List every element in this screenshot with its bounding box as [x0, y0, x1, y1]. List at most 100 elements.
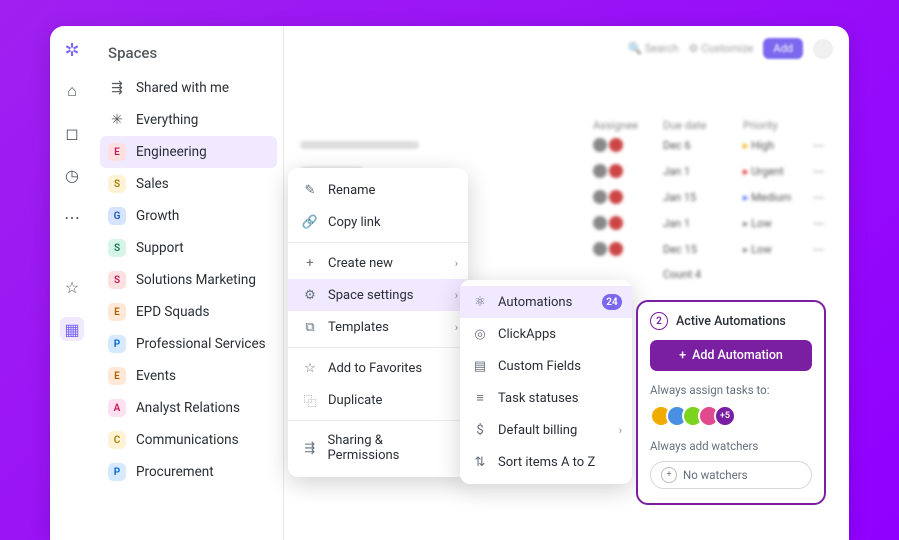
sidebar-item-label: Professional Services: [136, 336, 266, 352]
sidebar-space-item[interactable]: S Solutions Marketing: [94, 264, 283, 296]
chevron-right-icon: ›: [455, 257, 458, 270]
watchers-label: Always add watchers: [650, 439, 812, 453]
count-badge: 24: [602, 294, 622, 310]
chevron-right-icon: ›: [455, 289, 458, 302]
add-button[interactable]: Add: [763, 38, 803, 59]
topbar: 🔍 Search ⚙ Customize Add: [300, 38, 833, 59]
sidebar-space-item[interactable]: S Support: [94, 232, 283, 264]
table-row[interactable]: Dec 6▸ High⋯: [300, 132, 833, 158]
more-icon[interactable]: ⋯: [60, 205, 84, 229]
submenu-item-sort-items-a-to-z[interactable]: ⇅Sort items A to Z: [460, 446, 632, 478]
sidebar-item-label: Everything: [136, 112, 198, 128]
menu-item-create-new[interactable]: +Create new›: [288, 247, 468, 279]
sharing-icon: ⇶: [302, 440, 318, 456]
templates-icon: ⧉: [302, 319, 318, 335]
space-badge: E: [108, 303, 126, 321]
col-due: Due date: [663, 119, 743, 132]
sidebar-item-label: Growth: [136, 208, 179, 224]
sidebar-item-label: Engineering: [136, 144, 207, 160]
menu-item-rename[interactable]: ✎Rename: [288, 174, 468, 206]
assignee-avatars[interactable]: +5: [650, 405, 812, 427]
space-badge: S: [108, 175, 126, 193]
space-badge: E: [108, 143, 126, 161]
sidebar-space-item[interactable]: P Professional Services: [94, 328, 283, 360]
automations-icon: ⚛: [472, 294, 488, 310]
inbox-icon[interactable]: ◻: [60, 121, 84, 145]
space-badge: S: [108, 239, 126, 257]
sidebar-item-label: Support: [136, 240, 184, 256]
star-icon: ☆: [302, 360, 318, 376]
menu-item-space-settings[interactable]: ⚙Space settings›: [288, 279, 468, 311]
space-badge: G: [108, 207, 126, 225]
home-icon[interactable]: ⌂: [60, 79, 84, 103]
sidebar-space-item[interactable]: E Engineering: [100, 136, 277, 168]
space-badge: E: [108, 367, 126, 385]
star-icon[interactable]: ☆: [60, 275, 84, 299]
menu-item-sharing-permissions[interactable]: ⇶Sharing & Permissions: [288, 425, 468, 471]
watchers-selector[interactable]: + No watchers: [650, 461, 812, 489]
submenu-item-clickapps[interactable]: ◎ClickApps: [460, 318, 632, 350]
sort-icon: ⇅: [472, 454, 488, 470]
space-badge: S: [108, 271, 126, 289]
submenu-item-default-billing[interactable]: $Default billing›: [460, 414, 632, 446]
menu-item-copy-link[interactable]: 🔗Copy link: [288, 206, 468, 238]
submenu-item-automations[interactable]: ⚛Automations24: [460, 286, 632, 318]
sidebar-space-item[interactable]: P Procurement: [94, 456, 283, 488]
sidebar-item-label: Communications: [136, 432, 239, 448]
plus-icon: +: [679, 348, 686, 363]
space-badge: C: [108, 431, 126, 449]
spaces-icon[interactable]: ▦: [60, 317, 84, 341]
assign-label: Always assign tasks to:: [650, 383, 812, 397]
clickapps-icon: ◎: [472, 326, 488, 342]
sidebar-title: Spaces: [94, 38, 283, 72]
sidebar-item-label: EPD Squads: [136, 304, 209, 320]
menu-item-templates[interactable]: ⧉Templates›: [288, 311, 468, 343]
submenu-item-task-statuses[interactable]: ≡Task statuses: [460, 382, 632, 414]
sidebar-item-label: Sales: [136, 176, 169, 192]
chevron-right-icon: ›: [455, 321, 458, 334]
chevron-right-icon: ›: [619, 424, 622, 437]
sidebar-space-item[interactable]: S Sales: [94, 168, 283, 200]
menu-item-duplicate[interactable]: ⿻Duplicate: [288, 384, 468, 416]
search-button[interactable]: 🔍 Search: [628, 42, 678, 55]
user-plus-icon: +: [661, 467, 677, 483]
sidebar-nav-everything[interactable]: ✳ Everything: [94, 104, 283, 136]
logo-icon: ✲: [64, 40, 79, 61]
automations-panel: 2 Active Automations + Add Automation Al…: [636, 300, 826, 505]
space-badge: P: [108, 335, 126, 353]
everything-icon: ✳: [108, 111, 126, 129]
sidebar-space-item[interactable]: G Growth: [94, 200, 283, 232]
billing-icon: $: [472, 422, 488, 438]
add-automation-button[interactable]: + Add Automation: [650, 340, 812, 371]
link-icon: 🔗: [302, 214, 318, 230]
pencil-icon: ✎: [302, 182, 318, 198]
customize-button[interactable]: ⚙ Customize: [689, 42, 754, 55]
sidebar-space-item[interactable]: C Communications: [94, 424, 283, 456]
user-avatar[interactable]: [813, 39, 833, 59]
automations-count: 2: [650, 312, 668, 330]
space-badge: P: [108, 463, 126, 481]
menu-item-add-to-favorites[interactable]: ☆Add to Favorites: [288, 352, 468, 384]
col-priority: Priority: [743, 119, 813, 132]
sidebar-item-label: Analyst Relations: [136, 400, 240, 416]
sidebar-space-item[interactable]: E Events: [94, 360, 283, 392]
space-context-menu: ✎Rename🔗Copy link +Create new›⚙Space sett…: [288, 168, 468, 477]
sidebar-item-label: Procurement: [136, 464, 214, 480]
space-badge: A: [108, 399, 126, 417]
timer-icon[interactable]: ◷: [60, 163, 84, 187]
sidebar-nav-shared[interactable]: ⇶ Shared with me: [94, 72, 283, 104]
sidebar: Spaces ⇶ Shared with me ✳ Everything E En…: [94, 26, 284, 540]
sidebar-item-label: Shared with me: [136, 80, 229, 96]
sidebar-space-item[interactable]: E EPD Squads: [94, 296, 283, 328]
sidebar-item-label: Events: [136, 368, 176, 384]
col-assignee: Assignee: [593, 119, 663, 132]
plus-icon: +: [302, 255, 318, 271]
fields-icon: ▤: [472, 358, 488, 374]
submenu-item-custom-fields[interactable]: ▤Custom Fields: [460, 350, 632, 382]
sidebar-space-item[interactable]: A Analyst Relations: [94, 392, 283, 424]
space-settings-submenu: ⚛Automations24◎ClickApps▤Custom Fields≡T…: [460, 280, 632, 484]
duplicate-icon: ⿻: [302, 392, 318, 408]
nav-rail: ✲ ⌂ ◻ ◷ ⋯ ☆ ▦: [50, 26, 94, 540]
statuses-icon: ≡: [472, 390, 488, 406]
sidebar-item-label: Solutions Marketing: [136, 272, 256, 288]
